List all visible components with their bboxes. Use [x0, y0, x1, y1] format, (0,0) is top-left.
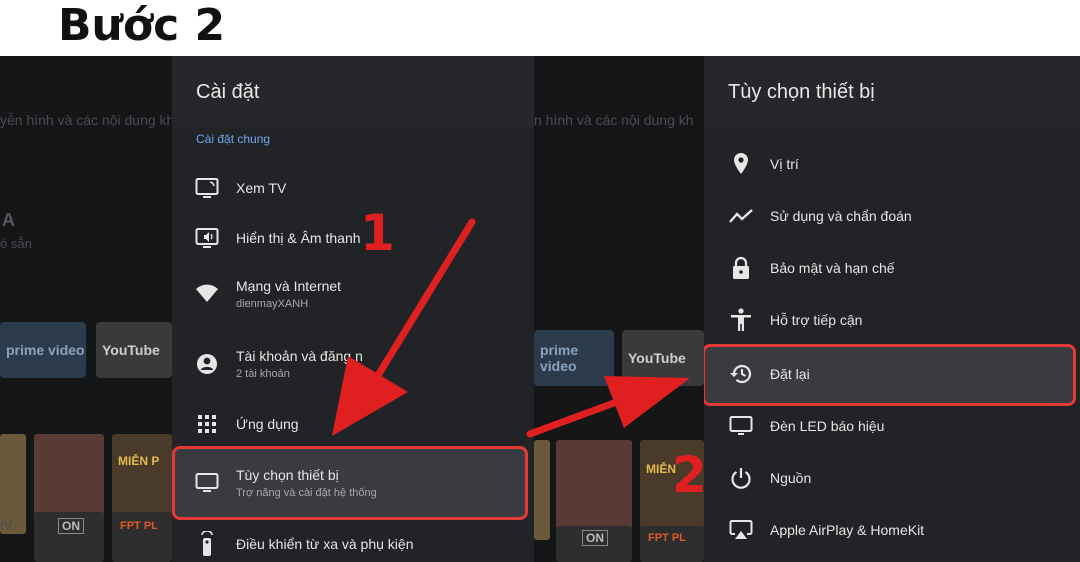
device-icon [194, 470, 220, 496]
step-number-one: 1 [360, 204, 395, 262]
device-options-title: Tùy chọn thiết bị [728, 80, 875, 103]
thumbnail: FPT PL [112, 512, 172, 562]
background-letter: A [2, 210, 15, 230]
menu-item-label: Tài khoản và đăng n [236, 348, 363, 364]
menu-item-security[interactable]: Bảo mật và hạn chế [704, 250, 1080, 286]
background-small-text: ó sẵn [0, 236, 32, 251]
lock-icon [728, 255, 754, 281]
settings-header: Cài đặt [172, 56, 534, 128]
thumbnail [534, 440, 550, 540]
menu-item-led[interactable]: Đèn LED báo hiệu [704, 408, 1080, 444]
menu-item-power[interactable]: Nguồn [704, 460, 1080, 496]
menu-item-watch-tv[interactable]: Xem TV [172, 170, 534, 206]
thumbnail-label: ON [582, 530, 608, 546]
thumbnail: FPT PL [640, 526, 704, 562]
remote-icon [194, 531, 220, 557]
thumbnail-label: FPT PL [120, 520, 158, 532]
thumbnail-label: FPT PL [648, 532, 686, 544]
section-label-general: Cài đặt chung [196, 132, 271, 146]
menu-item-usage-diagnostics[interactable]: Sử dụng và chẩn đoán [704, 198, 1080, 234]
menu-item-label: Apple AirPlay & HomeKit [770, 522, 925, 538]
display-sound-icon [194, 225, 220, 251]
prime-video-tile: prime video [534, 330, 614, 386]
apps-grid-icon [194, 411, 220, 437]
menu-item-label: Hỗ trợ tiếp cận [770, 312, 863, 328]
settings-panel: Cài đặt Cài đặt chung Xem TV Hiển thị & … [172, 56, 534, 562]
prime-video-tile: prime video [0, 322, 86, 378]
menu-item-label: Tùy chọn thiết bị [236, 467, 339, 483]
menu-item-apps[interactable]: Ứng dụng [172, 406, 534, 442]
step-title: Bước 2 [58, 0, 226, 51]
menu-item-reset[interactable]: Đặt lại [704, 356, 1080, 392]
menu-item-sublabel: Trợ năng và cài đặt hệ thống [236, 487, 377, 499]
settings-title: Cài đặt [196, 80, 260, 103]
background-text: n hình và các nội dung kh [534, 112, 694, 128]
menu-item-label: Mạng và Internet [236, 278, 342, 294]
device-options-panel: Tùy chọn thiết bị Vị trí Sử dụng và chẩn… [704, 56, 1080, 562]
thumbnail: ON [556, 526, 632, 562]
thumbnail [556, 440, 632, 540]
youtube-tile: YouTube [622, 330, 704, 386]
thumbnail: ON [34, 512, 104, 562]
menu-item-sublabel: dienmayXANH [236, 298, 309, 310]
account-icon [194, 351, 220, 377]
menu-item-label: Ứng dụng [236, 416, 299, 432]
step-number-two: 2 [672, 446, 707, 504]
menu-item-device-options[interactable]: Tùy chọn thiết bị Trợ năng và cài đặt hệ… [172, 456, 534, 510]
location-pin-icon [728, 151, 754, 177]
youtube-tile: YouTube [96, 322, 172, 378]
background-text: yễn hình và các nội dung kh [0, 112, 175, 128]
menu-item-sublabel: 2 tài khoản [236, 368, 290, 380]
menu-item-label: Đèn LED báo hiệu [770, 418, 885, 434]
tv-input-icon [194, 175, 220, 201]
menu-item-network[interactable]: Mạng và Internet dienmayXANH [172, 268, 534, 320]
menu-item-label: Xem TV [236, 180, 287, 196]
menu-item-label: Sử dụng và chẩn đoán [770, 208, 912, 224]
power-icon [728, 465, 754, 491]
background-small-text: tV [0, 518, 13, 533]
menu-item-display-sound[interactable]: Hiển thị & Âm thanh [172, 220, 534, 256]
menu-item-remotes[interactable]: Điều khiển từ xa và phụ kiện [172, 526, 534, 562]
monitor-icon [728, 413, 754, 439]
menu-item-accounts[interactable]: Tài khoản và đăng n 2 tài khoản [172, 338, 534, 390]
thumbnail-label: MIỄN P [118, 454, 160, 468]
menu-item-label: Đặt lại [770, 366, 810, 382]
accessibility-icon [728, 307, 754, 333]
thumbnail-label: ON [58, 518, 84, 534]
device-options-header: Tùy chọn thiết bị [704, 56, 1080, 128]
menu-item-label: Hiển thị & Âm thanh [236, 230, 361, 246]
menu-item-airplay[interactable]: Apple AirPlay & HomeKit [704, 512, 1080, 548]
menu-item-label: Điều khiển từ xa và phụ kiện [236, 536, 414, 552]
wifi-icon [194, 281, 220, 307]
menu-item-label: Bảo mật và hạn chế [770, 260, 895, 276]
menu-item-location[interactable]: Vị trí [704, 146, 1080, 182]
trend-line-icon [728, 203, 754, 229]
menu-item-label: Vị trí [770, 156, 799, 172]
reset-history-icon [728, 361, 754, 387]
airplay-icon [728, 517, 754, 543]
menu-item-label: Nguồn [770, 470, 812, 486]
menu-item-accessibility[interactable]: Hỗ trợ tiếp cận [704, 302, 1080, 338]
